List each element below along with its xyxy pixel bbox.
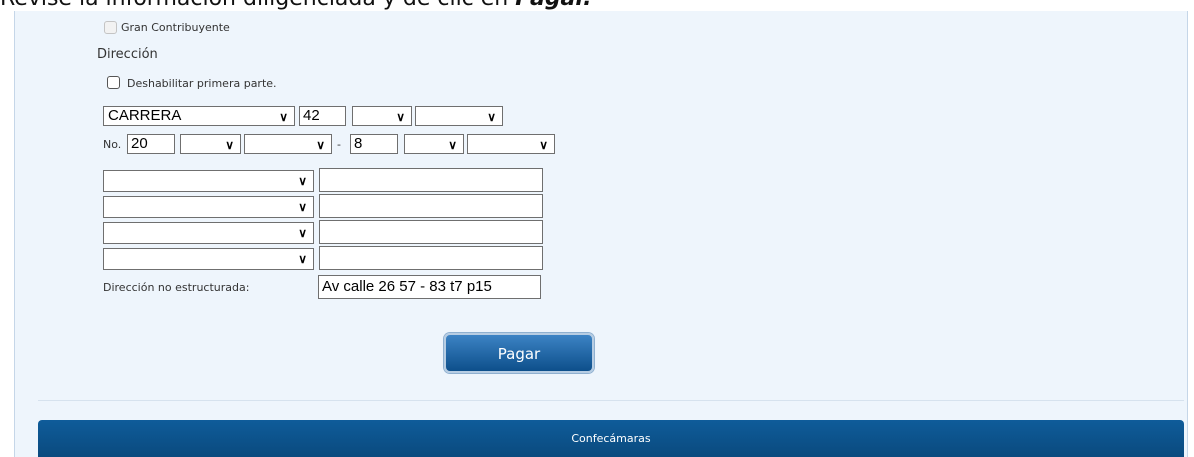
chevron-down-icon: ∨ — [298, 200, 307, 214]
footer-text: Confecámaras — [571, 432, 651, 445]
gran-contribuyente-checkbox[interactable] — [104, 21, 117, 34]
chevron-down-icon: ∨ — [298, 252, 307, 266]
numero-letra-select[interactable]: ∨ — [180, 134, 241, 154]
complemento-tipo-select-1[interactable]: ∨ — [103, 170, 314, 192]
via-tipo-value: CARRERA — [108, 107, 182, 124]
chevron-down-icon: ∨ — [298, 174, 307, 188]
numero-input[interactable]: 20 — [127, 134, 175, 154]
no-label: No. — [103, 138, 122, 151]
chevron-down-icon: ∨ — [487, 110, 496, 124]
no-estructurada-input[interactable]: Av calle 26 57 - 83 t7 p15 — [318, 275, 541, 299]
divider — [38, 400, 1184, 401]
complemento-valor-input-1[interactable] — [319, 168, 543, 192]
complemento-valor-input-3[interactable] — [319, 220, 543, 244]
complemento-valor-input-4[interactable] — [319, 246, 543, 270]
chevron-down-icon: ∨ — [298, 226, 307, 240]
chevron-down-icon: ∨ — [448, 138, 457, 152]
placa-cuadrante-select[interactable]: ∨ — [467, 134, 555, 154]
gran-contribuyente-label: Gran Contribuyente — [121, 21, 230, 34]
direccion-heading: Dirección — [97, 47, 158, 62]
via-bis-select[interactable]: ∨ — [415, 106, 503, 126]
chevron-down-icon: ∨ — [539, 138, 548, 152]
complemento-tipo-select-4[interactable]: ∨ — [103, 248, 314, 270]
via-numero-input[interactable]: 42 — [299, 106, 346, 126]
dash-separator: - — [337, 138, 341, 151]
placa-letra-select[interactable]: ∨ — [404, 134, 464, 154]
pagar-button[interactable]: Pagar — [444, 333, 594, 373]
deshabilitar-label: Deshabilitar primera parte. — [127, 77, 277, 90]
numero-bis-select[interactable]: ∨ — [244, 134, 332, 154]
no-estructurada-label: Dirección no estructurada: — [103, 281, 250, 294]
footer-bar: Confecámaras — [38, 420, 1184, 457]
via-letra-select[interactable]: ∨ — [352, 106, 412, 126]
complemento-valor-input-2[interactable] — [319, 194, 543, 218]
no-estructurada-value: Av calle 26 57 - 83 t7 p15 — [322, 278, 492, 295]
via-numero-value: 42 — [303, 107, 320, 124]
chevron-down-icon: ∨ — [225, 138, 234, 152]
via-tipo-select[interactable]: CARRERA ∨ — [103, 106, 295, 126]
chevron-down-icon: ∨ — [316, 138, 325, 152]
placa-value: 8 — [354, 135, 363, 152]
instruction-prefix: Revise la información diligenciada y dé … — [0, 0, 515, 11]
chevron-down-icon: ∨ — [279, 110, 288, 124]
chevron-down-icon: ∨ — [396, 110, 405, 124]
deshabilitar-checkbox[interactable] — [107, 76, 120, 89]
numero-value: 20 — [131, 135, 148, 152]
placa-input[interactable]: 8 — [350, 134, 398, 154]
instruction-bold: Pagar. — [515, 0, 591, 11]
complemento-tipo-select-2[interactable]: ∨ — [103, 196, 314, 218]
complemento-tipo-select-3[interactable]: ∨ — [103, 222, 314, 244]
pagar-button-label: Pagar — [497, 345, 541, 363]
